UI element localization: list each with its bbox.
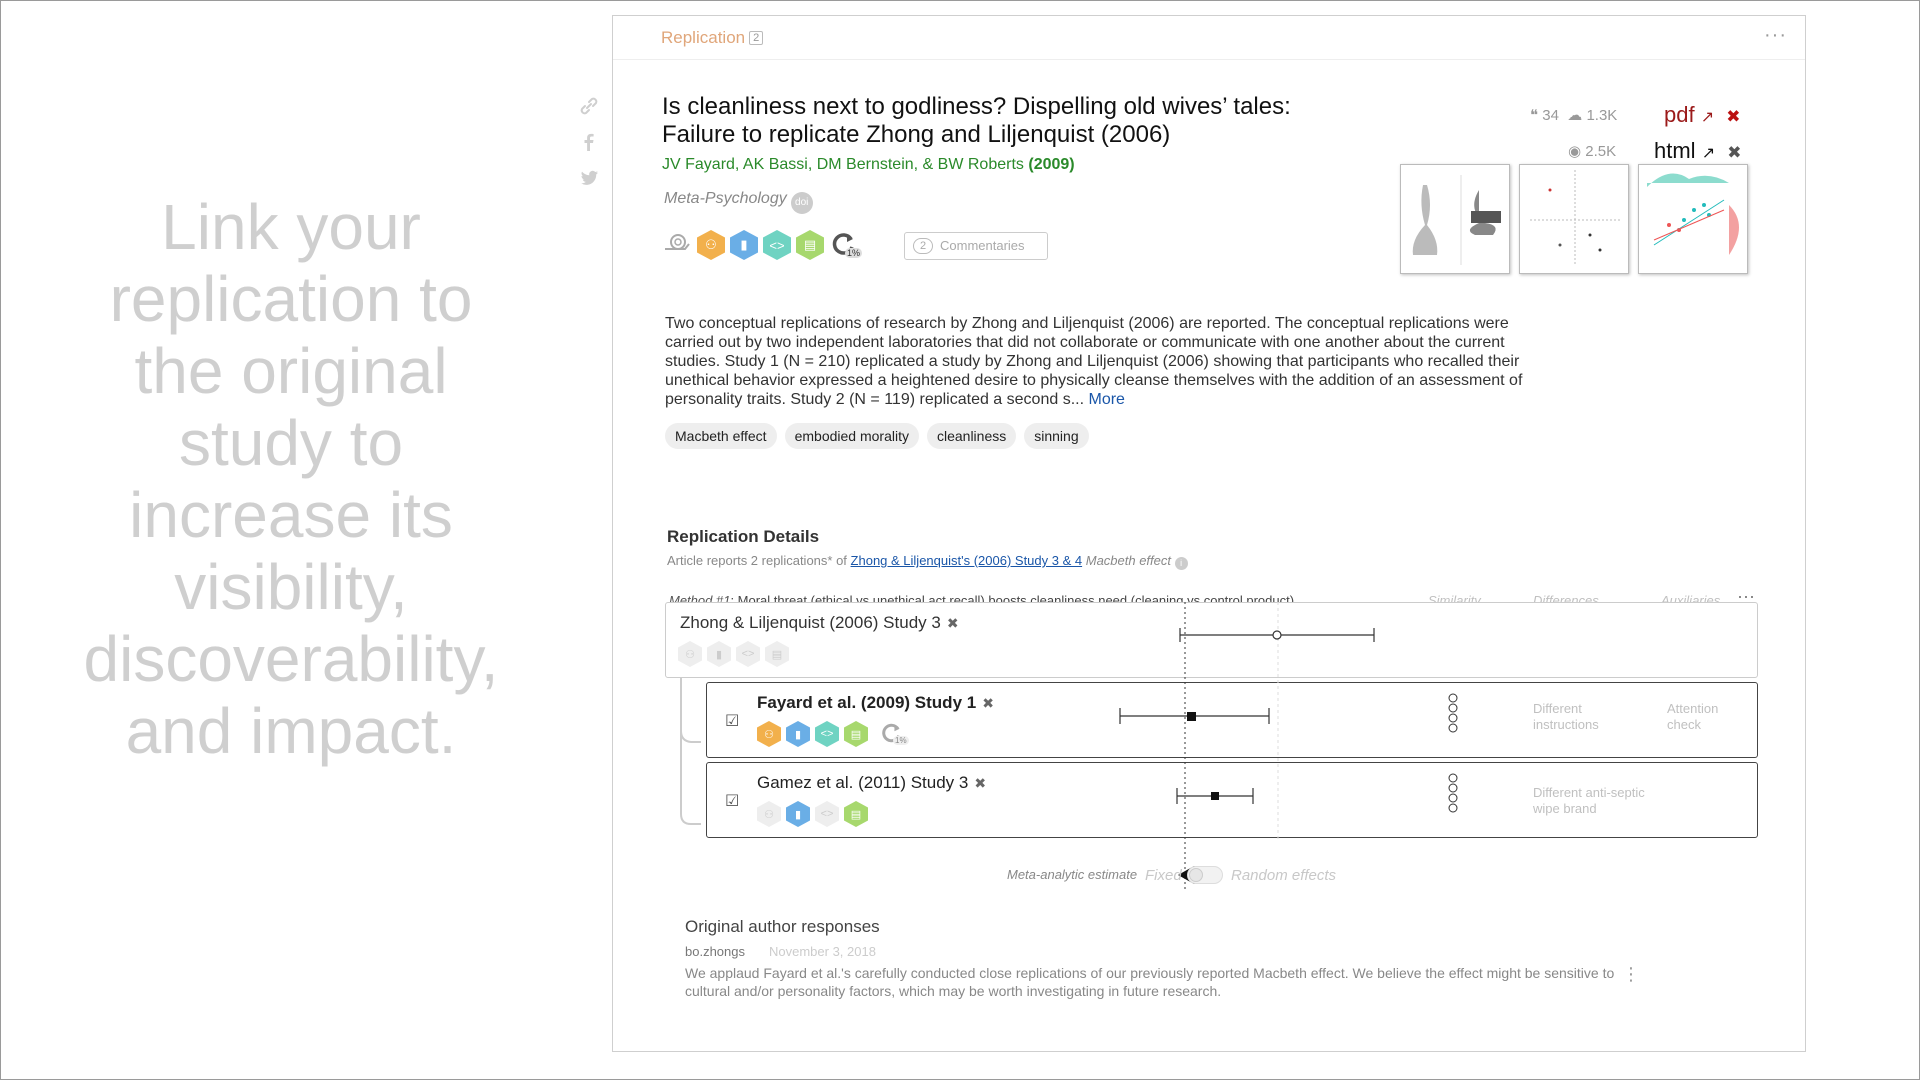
badge-row: ⚇ ▮ <> ▤ 1% [662,230,863,260]
slide-frame: Link your replication to the original st… [0,0,1920,1080]
external-link-icon[interactable]: ↗ [1701,109,1714,126]
share-bar [575,95,603,191]
replication-pct: 1% [845,248,863,258]
pdf-row: pdf ↗ ✖ [1664,102,1741,128]
random-effects-label: Random effects [1231,867,1337,884]
html-link[interactable]: html [1654,138,1696,163]
tagline: Link your replication to the original st… [83,191,499,767]
breadcrumb[interactable]: Replication 2 [661,28,764,48]
response-date: November 3, 2018 [769,944,876,959]
similarity-indicator [1448,693,1458,733]
tag-item[interactable]: cleanliness [926,423,1017,449]
article-card: Replication 2 ··· Is cleanliness next to … [612,15,1806,1052]
similarity-indicator [1448,773,1458,813]
eye-icon: ◉ [1568,143,1582,160]
external-link-icon[interactable]: ↗ [1702,145,1715,162]
html-row: html ↗ ✖ [1654,138,1741,164]
twitter-icon[interactable] [578,167,600,191]
meta-analytic-label: Meta-analytic estimate [1007,867,1138,882]
figure-thumbnail-3[interactable] [1638,164,1748,274]
toggle-knob [1189,868,1203,882]
original-estimate [1179,628,1375,642]
preregistration-icon[interactable]: ▤ [796,230,824,260]
view-count: 2.5K [1585,143,1617,160]
study-2-estimate [1176,788,1254,804]
open-materials-icon[interactable]: ⚇ [697,230,725,260]
forest-plot [1119,602,1458,892]
expand-html-icon[interactable]: ✖ [1727,143,1741,162]
metrics-row-1: ❝ 34 ☁ 1.3K [1530,106,1617,124]
info-icon[interactable]: i [1174,557,1188,570]
snail-icon[interactable] [662,232,692,258]
tag-item[interactable]: embodied morality [784,423,919,449]
citation-count: 34 [1542,107,1559,124]
figure-thumbnails [1400,164,1748,274]
commentaries-label: Commentaries [940,238,1025,253]
breadcrumb-count: 2 [749,31,764,45]
response-user[interactable]: bo.zhongs [685,944,745,959]
figure-thumbnail-2[interactable] [1519,164,1629,274]
facebook-icon[interactable] [578,131,600,155]
replication-details-subtitle: Article reports 2 replications* of Zhong… [667,553,1188,570]
journal-name: Meta-Psychology [664,190,787,207]
abstract-more-link[interactable]: More [1088,391,1124,408]
open-code-icon[interactable]: <> [763,230,791,260]
tag-item[interactable]: sinning [1024,423,1089,449]
tag-item[interactable]: Macbeth effect [665,423,777,449]
replication-icon[interactable]: 1% [829,230,863,260]
pdf-link[interactable]: pdf [1664,102,1695,127]
commentaries-button[interactable]: 2 Commentaries [904,232,1048,260]
metrics-row-2: ◉ 2.5K [1568,142,1616,160]
original-study-link[interactable]: Zhong & Liljenquist's (2006) Study 3 & 4 [851,553,1083,568]
link-icon[interactable] [578,95,600,119]
commentaries-count: 2 [913,238,933,254]
response-text: We applaud Fayard et al.'s carefully con… [685,965,1615,999]
quote-icon: ❝ [1530,107,1539,124]
open-data-icon[interactable]: ▮ [730,230,758,260]
article-journal: Meta-Psychology doi [664,190,813,214]
replication-details-title: Replication Details [667,527,820,546]
breadcrumb-label: Replication [661,28,746,47]
expand-pdf-icon[interactable]: ✖ [1726,107,1740,126]
article-abstract: Two conceptual replications of research … [665,314,1525,409]
responses-title: Original author responses [685,917,880,936]
card-header: Replication 2 ··· [613,16,1805,60]
article-year: (2009) [1028,156,1075,173]
study-1-estimate [1119,708,1270,724]
authors-text: JV Fayard, AK Bassi, DM Bernstein, & BW … [662,156,1024,173]
article-title[interactable]: Is cleanliness next to godliness? Dispel… [662,93,1342,149]
response-more-icon[interactable]: ⋮ [1622,964,1640,985]
download-count: 1.3K [1586,107,1618,124]
subtitle-prefix: Article reports 2 replications* of [667,553,847,568]
card-more-icon[interactable]: ··· [1764,24,1787,47]
article-authors: JV Fayard, AK Bassi, DM Bernstein, & BW … [662,156,1075,174]
effects-toggle[interactable] [1187,866,1223,884]
cloud-download-icon: ☁ [1567,107,1583,124]
figure-thumbnail-1[interactable] [1400,164,1510,274]
fixed-effects-label: Fixed [1145,867,1182,884]
effect-name: Macbeth effect [1085,553,1172,568]
keyword-tags: Macbeth effect embodied morality cleanli… [665,423,1089,449]
doi-icon[interactable]: doi [790,192,813,214]
